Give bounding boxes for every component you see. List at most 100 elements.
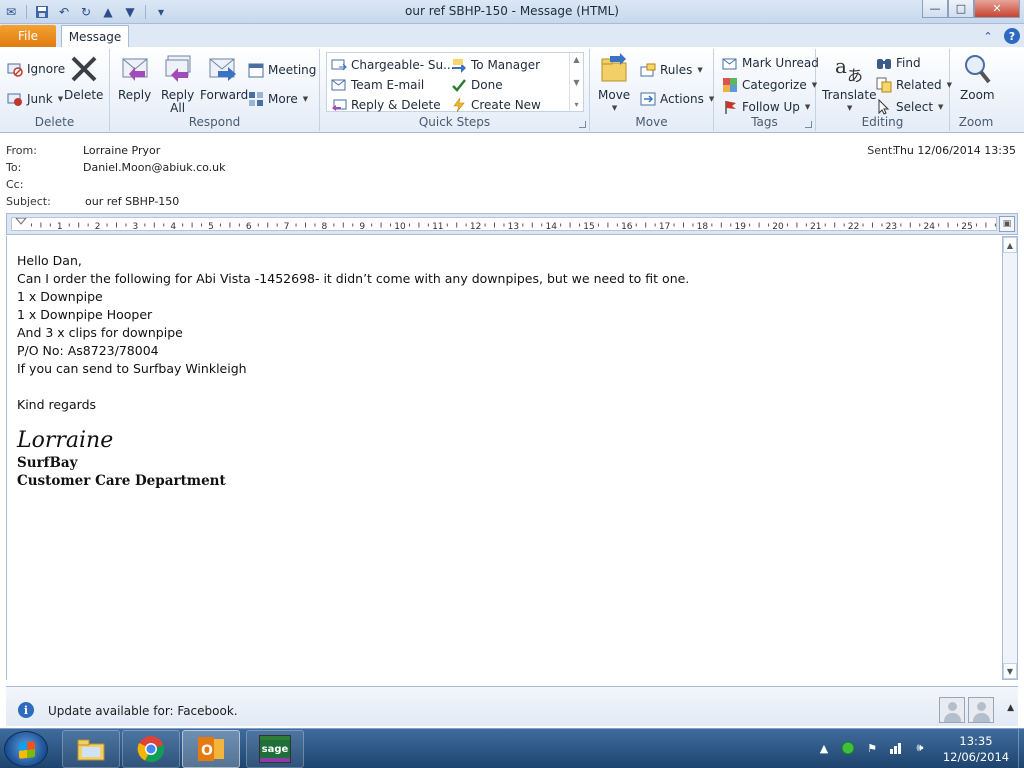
ruler-toggle-button[interactable]: ▣ bbox=[999, 216, 1015, 232]
forward-button[interactable]: Forward bbox=[200, 53, 248, 102]
network-icon[interactable] bbox=[888, 740, 904, 756]
person-avatar-icon[interactable] bbox=[939, 697, 965, 723]
flag-tray-icon[interactable]: ⚑ bbox=[864, 740, 880, 756]
more-respond-button[interactable]: More ▼ bbox=[248, 91, 308, 107]
categorize-button[interactable]: Categorize ▼ bbox=[722, 77, 817, 93]
zoom-button[interactable]: Zoom bbox=[960, 53, 995, 102]
group-label-respond: Respond bbox=[188, 115, 241, 129]
sage-stripe bbox=[260, 758, 290, 762]
cursor-icon bbox=[876, 98, 892, 115]
move-folder-icon bbox=[598, 53, 630, 85]
magnifier-icon bbox=[961, 53, 993, 85]
minimize-button[interactable]: — bbox=[922, 0, 948, 18]
reply-all-label-line2: All bbox=[170, 101, 186, 115]
ruler-ticks: 1 2 3 4 5 6 7 8 9 10 11 12 13 14 15 16 17 18 19 20 21 22 23 24 2… bbox=[15, 218, 996, 231]
sage-label: sage bbox=[260, 740, 290, 758]
quick-step-done[interactable]: Done bbox=[451, 77, 503, 93]
ribbon-options: ⌃ ? bbox=[980, 28, 1020, 44]
chevron-down-icon: ▼ bbox=[847, 104, 853, 112]
lightning-icon bbox=[451, 97, 467, 113]
meeting-button[interactable]: Meeting bbox=[248, 62, 316, 78]
ruler-number: 4 bbox=[170, 222, 176, 231]
quick-steps-scrollbar[interactable]: ▲ ▼ ▾ bbox=[569, 53, 583, 111]
message-header: From: Lorraine Pryor To: Daniel.Moon@abi… bbox=[0, 134, 1024, 212]
reply-button[interactable]: Reply bbox=[118, 53, 151, 102]
show-desktop-button[interactable] bbox=[1018, 729, 1024, 768]
ribbon-tabs: File Message ⌃ ? bbox=[0, 24, 1024, 48]
ruler-number: 10 bbox=[394, 222, 406, 231]
delete-button[interactable]: Delete bbox=[64, 53, 103, 102]
ignore-button[interactable]: Ignore bbox=[7, 61, 65, 77]
move-button[interactable]: Move ▼ bbox=[598, 53, 630, 115]
close-button[interactable]: ✕ bbox=[974, 0, 1020, 18]
sent-label: Sent: bbox=[867, 144, 896, 157]
update-notice[interactable]: Update available for: Facebook. bbox=[48, 704, 238, 718]
junk-label: Junk bbox=[27, 92, 53, 106]
expand-gallery-icon[interactable]: ▾ bbox=[574, 100, 578, 109]
mark-unread-button[interactable]: Mark Unread bbox=[722, 55, 819, 71]
clock[interactable]: 13:35 12/06/2014 bbox=[936, 733, 1016, 765]
expand-people-pane-icon[interactable]: ▲ bbox=[1007, 703, 1014, 713]
sage-icon: sage bbox=[259, 735, 291, 763]
tab-message[interactable]: Message bbox=[61, 25, 129, 48]
person-avatar-icon[interactable] bbox=[968, 697, 994, 723]
signature-name: Lorraine bbox=[17, 428, 114, 453]
reply-all-button[interactable]: Reply All bbox=[161, 53, 194, 115]
related-button[interactable]: Related ▼ bbox=[876, 77, 952, 93]
select-button[interactable]: Select ▼ bbox=[876, 98, 943, 115]
from-value[interactable]: Lorraine Pryor bbox=[83, 144, 160, 157]
show-hidden-icons-icon[interactable]: ▲ bbox=[816, 740, 832, 756]
rules-label: Rules bbox=[660, 63, 693, 77]
categorize-label: Categorize bbox=[742, 78, 807, 92]
scroll-down-icon[interactable]: ▼ bbox=[1003, 663, 1017, 679]
start-button[interactable] bbox=[4, 731, 48, 767]
more-label: More bbox=[268, 92, 298, 106]
message-body[interactable]: Hello Dan, Can I order the following for… bbox=[6, 236, 1002, 680]
to-value[interactable]: Daniel.Moon@abiuk.co.uk bbox=[83, 161, 226, 174]
quick-step-to-manager[interactable]: To Manager bbox=[451, 57, 540, 73]
taskbar-sage[interactable]: sage bbox=[246, 730, 304, 768]
dialog-launcher-icon[interactable] bbox=[579, 121, 586, 128]
dialog-launcher-icon[interactable] bbox=[805, 121, 812, 128]
find-button[interactable]: Find bbox=[876, 55, 921, 71]
scroll-down-icon[interactable]: ▼ bbox=[573, 78, 579, 87]
more-icon bbox=[248, 91, 264, 107]
actions-button[interactable]: Actions ▼ bbox=[640, 91, 714, 107]
help-icon[interactable]: ? bbox=[1004, 28, 1020, 44]
rules-button[interactable]: Rules ▼ bbox=[640, 62, 703, 78]
translate-button[interactable]: aあ Translate ▼ bbox=[822, 53, 877, 115]
quick-step-reply-delete[interactable]: Reply & Delete bbox=[331, 97, 441, 113]
follow-up-button[interactable]: Follow Up ▼ bbox=[722, 99, 810, 115]
quick-step-team-email[interactable]: Team E-mail bbox=[331, 77, 424, 93]
quick-step-label: Done bbox=[471, 78, 503, 92]
taskbar-chrome[interactable] bbox=[122, 730, 180, 768]
maximize-button[interactable]: □ bbox=[948, 0, 974, 18]
status-green-icon[interactable] bbox=[840, 740, 856, 756]
body-line bbox=[17, 378, 689, 396]
body-line: If you can send to Surfbay Winkleigh bbox=[17, 361, 247, 376]
tab-file[interactable]: File bbox=[0, 25, 56, 47]
body-line: Hello Dan, bbox=[17, 253, 82, 268]
taskbar-explorer[interactable] bbox=[62, 730, 120, 768]
quick-step-chargeable[interactable]: Chargeable- Su... bbox=[331, 57, 455, 73]
group-label-zoom: Zoom bbox=[958, 115, 994, 129]
signature-company: SurfBay bbox=[17, 455, 78, 471]
indent-marker-icon[interactable] bbox=[15, 218, 27, 225]
svg-text:a: a bbox=[835, 54, 847, 78]
volume-icon[interactable]: 🕪 bbox=[912, 740, 928, 756]
ruler-number: 21 bbox=[810, 222, 821, 231]
junk-button[interactable]: Junk ▼ bbox=[7, 91, 63, 107]
outlook-icon: O bbox=[198, 737, 224, 761]
quick-step-create-new[interactable]: Create New bbox=[451, 97, 541, 113]
taskbar: O sage ▲ ⚑ 🕪 13:35 12/06/2014 bbox=[0, 728, 1024, 768]
ruler-number: 8 bbox=[322, 222, 328, 231]
ruler-scale: 1 2 3 4 5 6 7 8 9 10 11 12 13 14 15 16 17 18 19 20 21 22 23 24 2… bbox=[11, 217, 997, 231]
cc-label: Cc: bbox=[6, 178, 24, 191]
scroll-up-icon[interactable]: ▲ bbox=[1003, 237, 1017, 253]
quick-steps-gallery: Chargeable- Su... To Manager Team E-mail… bbox=[326, 52, 584, 113]
title-bar: ✉ ↶ ↻ ▲ ▼ ▾ our ref SBHP-150 - Message (… bbox=[0, 0, 1024, 24]
taskbar-outlook[interactable]: O bbox=[182, 730, 240, 768]
vertical-scrollbar[interactable]: ▲ ▼ bbox=[1002, 236, 1018, 680]
collapse-ribbon-icon[interactable]: ⌃ bbox=[980, 28, 996, 44]
scroll-up-icon[interactable]: ▲ bbox=[573, 55, 579, 64]
